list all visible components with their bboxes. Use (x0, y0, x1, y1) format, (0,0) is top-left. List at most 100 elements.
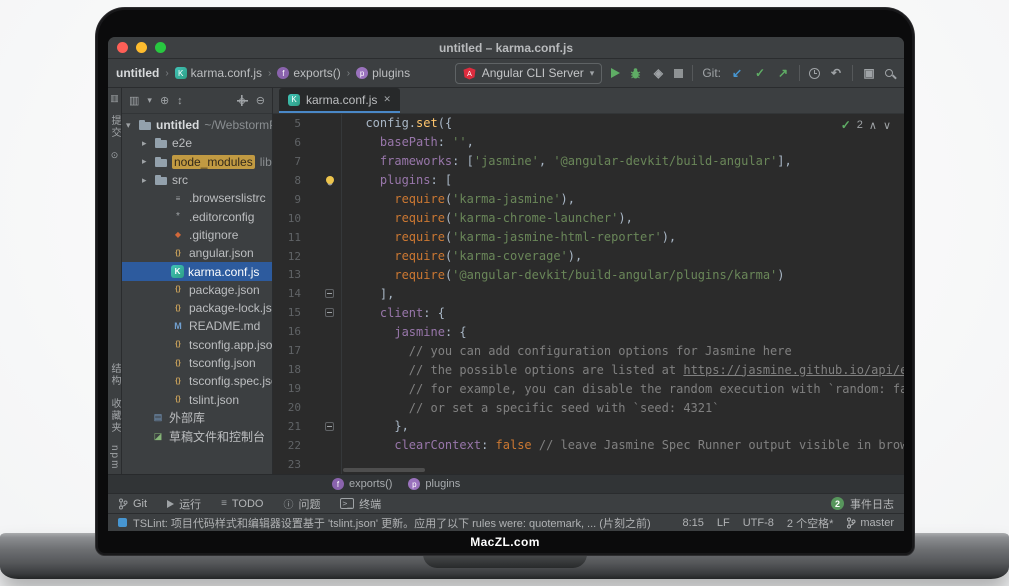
code-line-6[interactable]: 6 basePath: '', (273, 133, 904, 152)
code-line-10[interactable]: 10 require('karma-chrome-launcher'), (273, 209, 904, 228)
problems-toolwindow-button[interactable]: ⓘ 问题 (283, 496, 320, 512)
coverage-button[interactable]: ◈ (651, 66, 665, 80)
close-window-button[interactable] (117, 42, 128, 53)
code-line-21[interactable]: 21 }, (273, 417, 904, 436)
code-line-5[interactable]: 5 config.set({ (273, 114, 904, 133)
editor-tab-karma-conf[interactable]: K karma.conf.js ✕ (279, 88, 400, 113)
code-line-16[interactable]: 16 jasmine: { (273, 322, 904, 341)
intention-bulb-icon[interactable] (326, 176, 334, 184)
tree-item-17[interactable]: ◪草稿文件和控制台 (122, 427, 272, 445)
caret-position[interactable]: 8:15 (682, 517, 703, 529)
code-line-19[interactable]: 19 // for example, you can disable the r… (273, 379, 904, 398)
tree-item-package-lock.json[interactable]: {}package-lock.json (122, 299, 272, 317)
code-line-11[interactable]: 11 require('karma-jasmine-html-reporter'… (273, 228, 904, 247)
tree-item-tsconfig.json[interactable]: {}tsconfig.json (122, 354, 272, 372)
tree-item-.editorconfig[interactable]: *.editorconfig (122, 207, 272, 225)
git-push-button[interactable]: ↗ (776, 66, 790, 80)
run-configuration-select[interactable]: A Angular CLI Server ▾ (455, 63, 603, 84)
stop-button[interactable] (674, 69, 683, 78)
tree-item-.browserslistrc[interactable]: ≡.browserslistrc (122, 189, 272, 207)
chevron-down-icon[interactable]: ▾ (126, 120, 138, 131)
tree-item-tsconfig.app.json[interactable]: {}tsconfig.app.json (122, 336, 272, 354)
fold-icon[interactable] (325, 289, 334, 298)
stripe-npm-button[interactable]: npm (109, 445, 120, 470)
code-line-14[interactable]: 14 ], (273, 284, 904, 303)
horizontal-scrollbar[interactable] (343, 468, 425, 472)
event-log-button[interactable]: 2 事件日志 (831, 496, 894, 512)
code-line-15[interactable]: 15 client: { (273, 303, 904, 322)
git-branch-widget[interactable]: master (846, 517, 894, 529)
code-line-18[interactable]: 18 // the possible options are listed at… (273, 360, 904, 379)
run-toolwindow-button[interactable]: 运行 (167, 496, 201, 512)
code-line-20[interactable]: 20 // or set a specific seed with `seed:… (273, 398, 904, 417)
project-stripe-icon[interactable]: ▥ (110, 93, 119, 104)
git-update-button[interactable]: ↙ (730, 66, 744, 80)
chevron-down-icon[interactable]: ▾ (147, 95, 152, 106)
chevron-right-icon[interactable]: ▸ (142, 175, 154, 186)
line-separator[interactable]: LF (717, 517, 730, 529)
tree-item-karma.conf.js[interactable]: Kkarma.conf.js (122, 262, 272, 280)
hide-panel-icon[interactable]: ⊖ (256, 94, 265, 107)
code-line-22[interactable]: 22 clearContext: false // leave Jasmine … (273, 436, 904, 455)
tree-item-node_modules[interactable]: ▸node_moduleslibrary root (122, 153, 272, 171)
tree-item-src[interactable]: ▸src (122, 171, 272, 189)
code-line-13[interactable]: 13 require('@angular-devkit/build-angula… (273, 266, 904, 285)
indent-setting[interactable]: 2 个空格* (787, 515, 833, 531)
tree-item-tsconfig.spec.json[interactable]: {}tsconfig.spec.json (122, 372, 272, 390)
chevron-right-icon[interactable]: ▸ (142, 138, 154, 149)
breadcrumb-exports[interactable]: f exports() (277, 66, 340, 80)
breadcrumb-plugins[interactable]: p plugins (356, 66, 410, 80)
code-line-12[interactable]: 12 require('karma-coverage'), (273, 247, 904, 266)
minimize-window-button[interactable] (136, 42, 147, 53)
local-history-button[interactable] (809, 68, 820, 79)
breadcrumb-exports-bottom[interactable]: f exports() (332, 478, 392, 490)
fold-slot[interactable] (301, 284, 341, 303)
prev-warning-icon[interactable]: ∧ (869, 119, 877, 132)
vcs-stripe-icon[interactable]: ⊙ (111, 150, 119, 161)
settings-gear-icon[interactable] (237, 95, 248, 106)
layout-button[interactable]: ▣ (862, 66, 876, 80)
fold-icon[interactable] (325, 422, 334, 431)
breadcrumb-project[interactable]: untitled (116, 66, 159, 80)
tree-item-package.json[interactable]: {}package.json (122, 281, 272, 299)
breadcrumb-file[interactable]: K karma.conf.js (175, 66, 262, 80)
tree-item-angular.json[interactable]: {}angular.json (122, 244, 272, 262)
intention-bulb-slot[interactable] (301, 171, 341, 190)
search-everywhere-button[interactable] (885, 69, 893, 77)
stripe-commit-button[interactable]: 提交 (108, 115, 122, 139)
tree-item-tslint.json[interactable]: {}tslint.json (122, 390, 272, 408)
debug-button[interactable] (629, 67, 642, 80)
code-line-8[interactable]: 8 plugins: [ (273, 171, 904, 190)
run-button[interactable] (611, 68, 620, 78)
code-editor[interactable]: 5 config.set({6 basePath: '',7 framework… (273, 114, 904, 474)
next-warning-icon[interactable]: ∨ (883, 119, 891, 132)
locate-file-icon[interactable]: ⊕ (160, 94, 169, 107)
stripe-favorites-button[interactable]: 收藏夹 (108, 398, 122, 434)
git-commit-button[interactable]: ✓ (753, 66, 767, 80)
inspection-widget[interactable]: ✓ 2 ∧ ∨ (841, 118, 891, 132)
expand-collapse-icon[interactable]: ↕ (177, 95, 183, 107)
rollback-button[interactable]: ↶ (829, 66, 843, 80)
chevron-right-icon[interactable]: ▸ (142, 156, 154, 167)
tree-item-e2e[interactable]: ▸e2e (122, 134, 272, 152)
fold-icon[interactable] (325, 308, 334, 317)
project-view-selector-icon[interactable]: ▥ (129, 94, 139, 107)
code-line-9[interactable]: 9 require('karma-jasmine'), (273, 190, 904, 209)
todo-toolwindow-button[interactable]: ≡ TODO (221, 498, 263, 510)
tree-item-untitled[interactable]: ▾untitled~/WebstormProjects/untitled (122, 116, 272, 134)
fold-slot[interactable] (301, 417, 341, 436)
fold-slot[interactable] (301, 303, 341, 322)
terminal-toolwindow-button[interactable]: >_ 终端 (340, 496, 381, 512)
tree-item-README.md[interactable]: MREADME.md (122, 317, 272, 335)
tree-item-16[interactable]: ▤外部库 (122, 409, 272, 427)
code-line-7[interactable]: 7 frameworks: ['jasmine', '@angular-devk… (273, 152, 904, 171)
git-toolwindow-button[interactable]: Git (118, 498, 147, 510)
code-line-17[interactable]: 17 // you can add configuration options … (273, 341, 904, 360)
breadcrumb-plugins-bottom[interactable]: p plugins (408, 478, 460, 490)
fullscreen-window-button[interactable] (155, 42, 166, 53)
status-message[interactable]: TSLint: 项目代码样式和编辑器设置基于 'tslint.json' 更新。… (118, 515, 669, 531)
tree-item-.gitignore[interactable]: ◆.gitignore (122, 226, 272, 244)
file-encoding[interactable]: UTF-8 (743, 517, 774, 529)
close-tab-icon[interactable]: ✕ (383, 94, 391, 105)
stripe-structure-button[interactable]: 结构 (108, 363, 122, 387)
